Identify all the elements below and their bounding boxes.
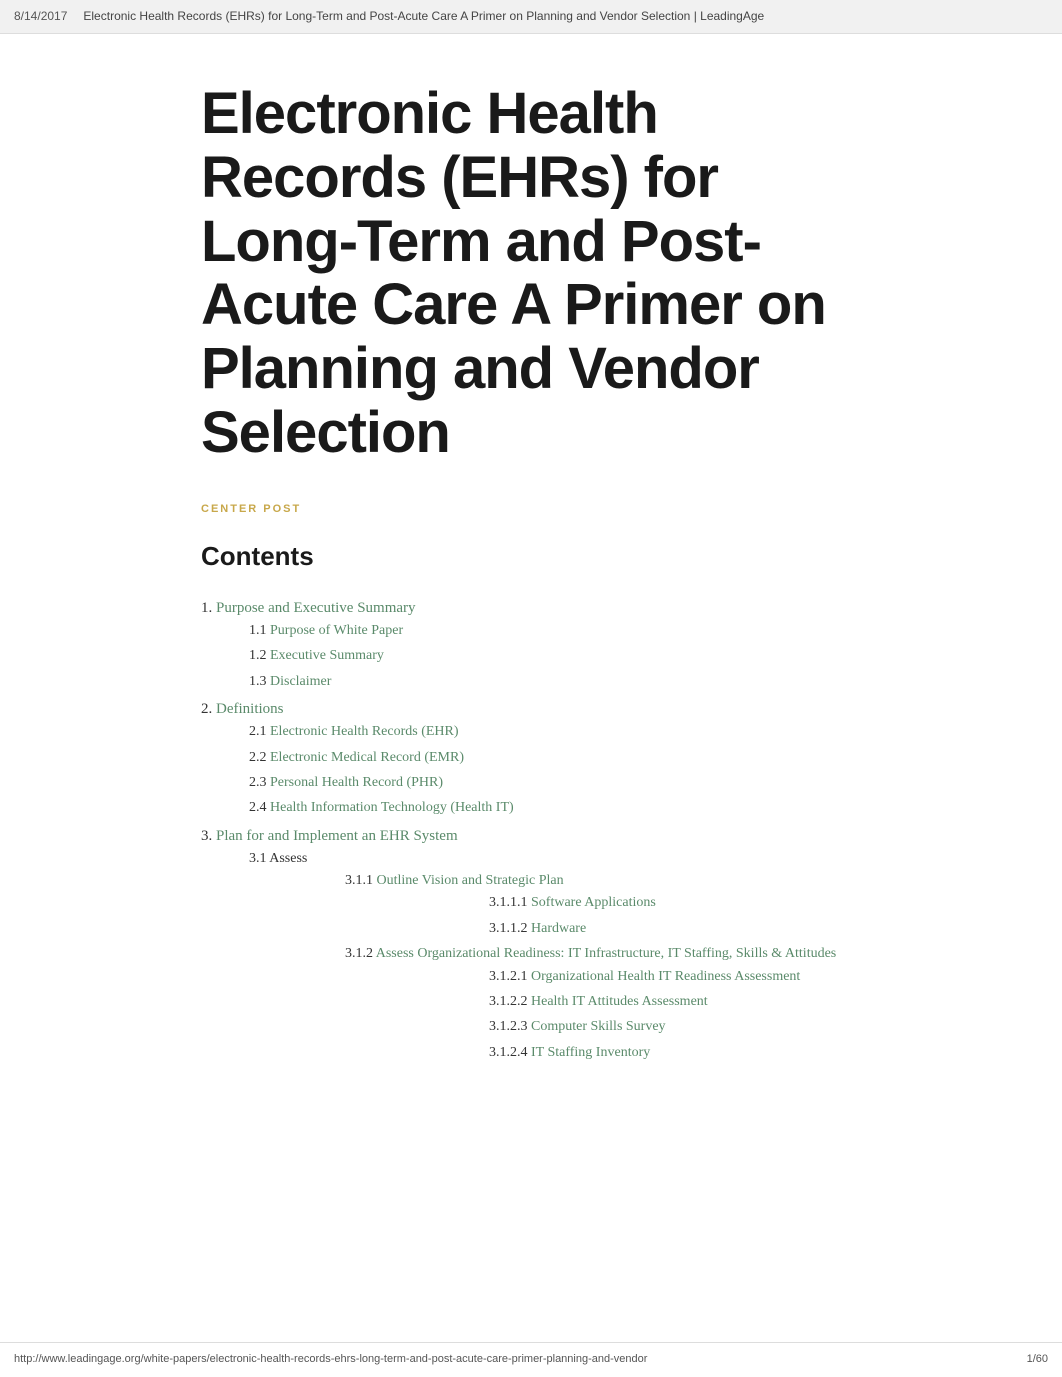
toc-link-1[interactable]: Purpose and Executive Summary — [216, 600, 416, 616]
toc-number-3-1-1-1: 3.1.1.1 — [489, 895, 531, 910]
toc-number-3-1-1: 3.1.1 — [345, 873, 377, 888]
toc-number-2-3: 2.3 — [249, 775, 270, 790]
toc-link-2-3[interactable]: Personal Health Record (PHR) — [270, 775, 443, 790]
toc-item-2: 2. Definitions 2.1 Electronic Health Rec… — [201, 697, 861, 820]
toc-number-3-1-2: 3.1.2 — [345, 946, 376, 961]
toc-sub-3-1: 3.1.1 Outline Vision and Strategic Plan … — [249, 870, 861, 1064]
toc-number-2-4: 2.4 — [249, 800, 270, 815]
toc-item-3-1-2-2: 3.1.2.2 Health IT Attitudes Assessment — [345, 991, 861, 1013]
toc-item-3-1: 3.1 Assess 3.1.1 Outline Vision and Stra… — [201, 848, 861, 1065]
footer-page: 1/60 — [1027, 1351, 1048, 1369]
toc-number-1: 1. — [201, 600, 216, 616]
toc-link-3-1-2-4[interactable]: IT Staffing Inventory — [531, 1045, 650, 1060]
toc-item-2-2: 2.2 Electronic Medical Record (EMR) — [201, 747, 861, 769]
toc-sub-3: 3.1 Assess 3.1.1 Outline Vision and Stra… — [201, 848, 861, 1065]
toc-sub-3-1-2: 3.1.2.1 Organizational Health IT Readine… — [345, 966, 861, 1065]
toc-item-1-2: 1.2 Executive Summary — [201, 645, 861, 667]
category-label: CENTER POST — [201, 501, 861, 519]
toc-link-3-1-2-3[interactable]: Computer Skills Survey — [531, 1019, 666, 1034]
browser-title: Electronic Health Records (EHRs) for Lon… — [83, 7, 1048, 26]
toc-number-2-2: 2.2 — [249, 750, 270, 765]
toc-sub-3-1-1: 3.1.1.1 Software Applications 3.1.1.2 Ha… — [345, 892, 861, 940]
page-title: Electronic Health Records (EHRs) for Lon… — [201, 82, 861, 465]
toc-number-3-1-2-4: 3.1.2.4 — [489, 1045, 531, 1060]
toc-label-3-1: Assess — [269, 851, 307, 866]
toc-item-3-1-2-1: 3.1.2.1 Organizational Health IT Readine… — [345, 966, 861, 988]
toc-link-3-1-1-1[interactable]: Software Applications — [531, 895, 656, 910]
toc-item-1-1: 1.1 Purpose of White Paper — [201, 620, 861, 642]
toc-link-1-2[interactable]: Executive Summary — [270, 648, 384, 663]
toc-link-3-1-1-2[interactable]: Hardware — [531, 921, 586, 936]
toc-item-2-4: 2.4 Health Information Technology (Healt… — [201, 797, 861, 819]
table-of-contents: 1. Purpose and Executive Summary 1.1 Pur… — [201, 596, 861, 1064]
toc-number-3-1-2-2: 3.1.2.2 — [489, 994, 531, 1009]
browser-date: 8/14/2017 — [14, 7, 67, 26]
toc-link-3-1-2[interactable]: Assess Organizational Readiness: IT Infr… — [376, 946, 837, 961]
toc-sub-2: 2.1 Electronic Health Records (EHR) 2.2 … — [201, 721, 861, 820]
toc-number-3-1: 3.1 — [249, 851, 269, 866]
toc-item-2-3: 2.3 Personal Health Record (PHR) — [201, 772, 861, 794]
toc-item-1: 1. Purpose and Executive Summary 1.1 Pur… — [201, 596, 861, 693]
toc-link-2-2[interactable]: Electronic Medical Record (EMR) — [270, 750, 464, 765]
footer-bar: http://www.leadingage.org/white-papers/e… — [0, 1342, 1062, 1377]
toc-link-3-1-2-1[interactable]: Organizational Health IT Readiness Asses… — [531, 969, 800, 984]
toc-link-2-1[interactable]: Electronic Health Records (EHR) — [270, 724, 459, 739]
toc-link-1-3[interactable]: Disclaimer — [270, 674, 331, 689]
footer-url: http://www.leadingage.org/white-papers/e… — [14, 1351, 647, 1369]
toc-link-3[interactable]: Plan for and Implement an EHR System — [216, 828, 458, 844]
toc-number-3: 3. — [201, 828, 216, 844]
toc-item-3-1-1-1: 3.1.1.1 Software Applications — [345, 892, 861, 914]
toc-item-1-3: 1.3 Disclaimer — [201, 671, 861, 693]
browser-bar: 8/14/2017 Electronic Health Records (EHR… — [0, 0, 1062, 34]
page-content: Electronic Health Records (EHRs) for Lon… — [141, 34, 921, 1128]
toc-number-1-1: 1.1 — [249, 623, 270, 638]
toc-number-2: 2. — [201, 701, 216, 717]
toc-item-3: 3. Plan for and Implement an EHR System … — [201, 824, 861, 1065]
toc-item-3-1-1: 3.1.1 Outline Vision and Strategic Plan … — [249, 870, 861, 940]
toc-link-1-1[interactable]: Purpose of White Paper — [270, 623, 403, 638]
toc-item-3-1-2-4: 3.1.2.4 IT Staffing Inventory — [345, 1042, 861, 1064]
toc-number-1-3: 1.3 — [249, 674, 270, 689]
toc-number-1-2: 1.2 — [249, 648, 270, 663]
toc-item-2-1: 2.1 Electronic Health Records (EHR) — [201, 721, 861, 743]
toc-number-3-1-1-2: 3.1.1.2 — [489, 921, 531, 936]
toc-link-2[interactable]: Definitions — [216, 701, 284, 717]
toc-item-3-1-2-3: 3.1.2.3 Computer Skills Survey — [345, 1016, 861, 1038]
toc-sub-1: 1.1 Purpose of White Paper 1.2 Executive… — [201, 620, 861, 693]
toc-number-3-1-2-3: 3.1.2.3 — [489, 1019, 531, 1034]
toc-link-3-1-1[interactable]: Outline Vision and Strategic Plan — [377, 873, 564, 888]
toc-link-3-1-2-2[interactable]: Health IT Attitudes Assessment — [531, 994, 708, 1009]
toc-item-3-1-1-2: 3.1.1.2 Hardware — [345, 918, 861, 940]
toc-item-3-1-2: 3.1.2 Assess Organizational Readiness: I… — [249, 943, 861, 1064]
contents-heading: Contents — [201, 536, 861, 578]
toc-number-3-1-2-1: 3.1.2.1 — [489, 969, 531, 984]
toc-link-2-4[interactable]: Health Information Technology (Health IT… — [270, 800, 514, 815]
toc-number-2-1: 2.1 — [249, 724, 270, 739]
